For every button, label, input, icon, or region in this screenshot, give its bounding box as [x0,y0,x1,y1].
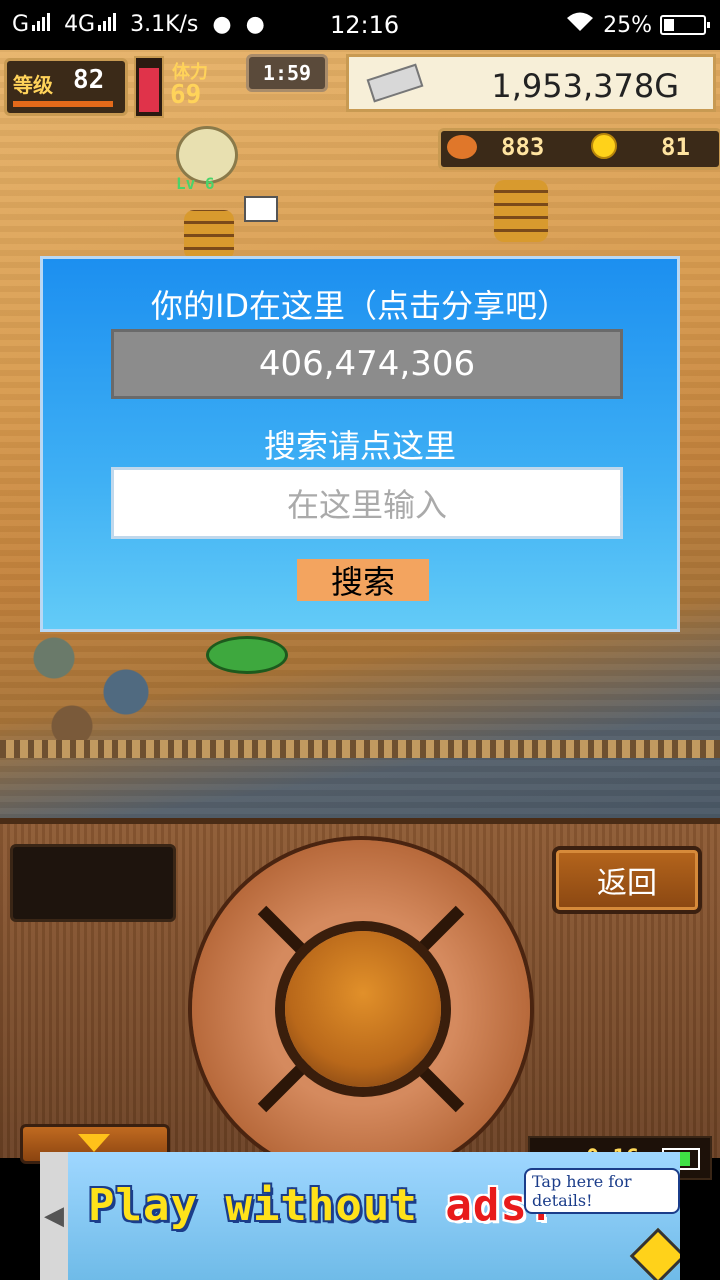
timer: 1:59 [246,54,328,92]
id-dialog: 你的ID在这里（点击分享吧） 406,474,306 搜索请点这里 在这里输入 … [40,256,680,632]
wifi-icon [565,11,595,39]
battery-icon [660,15,710,35]
dpad-center-button[interactable] [285,931,441,1087]
status-left: G 4G 3.1K/s ● ● [12,12,265,37]
carrier-2: 4G [64,12,117,37]
railing [0,740,720,758]
barrel-sprite [184,210,234,260]
deck-rail [0,119,300,181]
chevron-down-icon [78,1134,110,1152]
silver-bar-icon [366,63,424,103]
back-button[interactable]: 返回 [552,846,702,914]
stamina-panel: 体力 69 [166,56,240,110]
chef-sprite [244,196,278,222]
exp-bar [13,101,113,107]
signal-icon [98,13,117,31]
search-button[interactable]: 搜索 [297,559,429,601]
ad-badge-icon [629,1227,680,1280]
level-label: 等级 [13,73,53,97]
npc-level: Lv 6 [176,174,215,193]
network-speed: 3.1K/s [130,12,199,37]
gold-amount: 1,953,378G [491,67,679,105]
coin-icon [591,133,617,159]
meat-count: 883 [501,133,545,161]
turtle-sprite [206,636,288,674]
level-value: 82 [73,65,105,95]
barrel-sprite [494,180,548,242]
ad-headline: Play without ads! [88,1180,556,1231]
wechat-icon: ● [212,12,232,37]
pointing-hand-icon: ☜ [591,483,624,524]
stamina-bar [134,56,164,118]
resource-panel: 883 81 [438,128,720,170]
battery-percent: 25% [603,12,652,38]
coin-count: 81 [661,133,690,161]
meat-icon [447,135,477,159]
chevron-left-icon[interactable]: ◀ [40,1152,68,1280]
ad-banner[interactable]: ◀ Play without ads! Tap here for details… [40,1152,680,1280]
status-time: 12:16 [330,11,400,39]
player-id-field[interactable]: 406,474,306 [111,329,623,399]
search-input[interactable]: 在这里输入 [111,467,623,539]
ad-tap-details[interactable]: Tap here for details! [524,1168,680,1214]
search-label: 搜索请点这里 [263,427,456,465]
status-bar: G 4G 3.1K/s ● ● 12:16 25% [0,0,720,50]
mini-screen [10,844,176,922]
signal-icon [32,13,51,31]
level-panel: 等级 82 [4,58,128,116]
carrier-1: G [12,12,51,37]
chat-icon: ● [245,12,265,37]
dialog-title: 你的ID在这里（点击分享吧） [150,287,570,325]
control-panel: 返回 PM 0:16 [0,818,720,1180]
status-right: 25% [565,11,710,39]
stamina-value: 69 [170,80,202,110]
gold-panel: 1,953,378G [346,54,716,112]
